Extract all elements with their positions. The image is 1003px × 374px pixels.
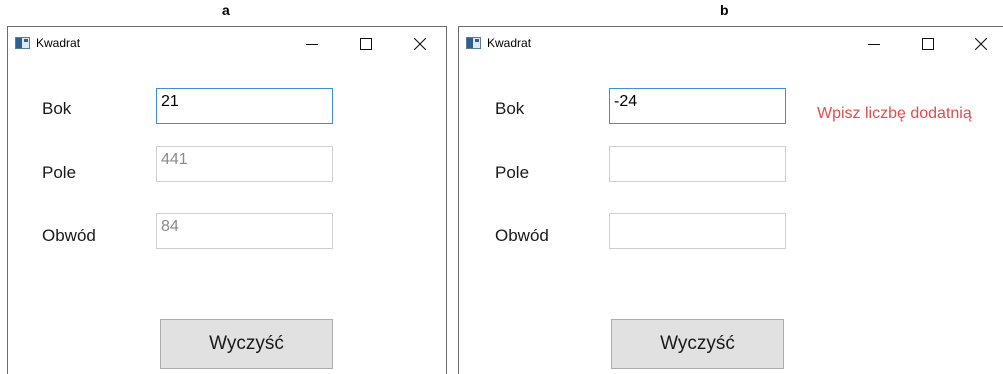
maximize-button[interactable] <box>343 31 389 57</box>
label-area: Pole <box>42 163 77 182</box>
perimeter-output[interactable]: 84 <box>156 213 333 249</box>
clear-button[interactable]: Wyczyść <box>160 319 333 369</box>
close-icon <box>414 38 426 50</box>
area-output[interactable] <box>609 146 786 182</box>
window-a: Kwadrat Bok 21 Pole 441 Obwód 84 Wyczyść <box>7 26 447 374</box>
close-button[interactable] <box>397 31 443 57</box>
app-icon <box>466 37 481 49</box>
minimize-button[interactable] <box>851 31 897 57</box>
close-icon <box>975 38 987 50</box>
label-perimeter: Obwód <box>495 226 549 245</box>
maximize-icon <box>922 38 934 50</box>
maximize-icon <box>360 38 372 50</box>
panel-caption-b: b <box>720 2 729 18</box>
window-title: Kwadrat <box>487 36 532 50</box>
label-area: Pole <box>495 163 530 182</box>
side-input[interactable]: -24 <box>609 88 786 124</box>
close-button[interactable] <box>958 31 1003 57</box>
minimize-icon <box>868 44 880 45</box>
title-bar[interactable]: Kwadrat <box>459 27 1003 59</box>
window-b: Kwadrat Bok -24 Wpisz liczbę dodatnią Po… <box>458 26 1003 374</box>
label-side: Bok <box>42 99 72 118</box>
perimeter-output[interactable] <box>609 213 786 249</box>
area-output[interactable]: 441 <box>156 146 333 182</box>
clear-button[interactable]: Wyczyść <box>611 319 784 369</box>
validation-error: Wpisz liczbę dodatnią <box>817 105 972 122</box>
title-bar[interactable]: Kwadrat <box>8 27 446 59</box>
window-title: Kwadrat <box>36 36 81 50</box>
label-perimeter: Obwód <box>42 226 96 245</box>
maximize-button[interactable] <box>905 31 951 57</box>
side-input[interactable]: 21 <box>156 88 333 124</box>
minimize-button[interactable] <box>289 31 335 57</box>
app-icon <box>15 37 30 49</box>
label-side: Bok <box>495 99 525 118</box>
panel-caption-a: a <box>222 2 230 18</box>
minimize-icon <box>306 44 318 45</box>
